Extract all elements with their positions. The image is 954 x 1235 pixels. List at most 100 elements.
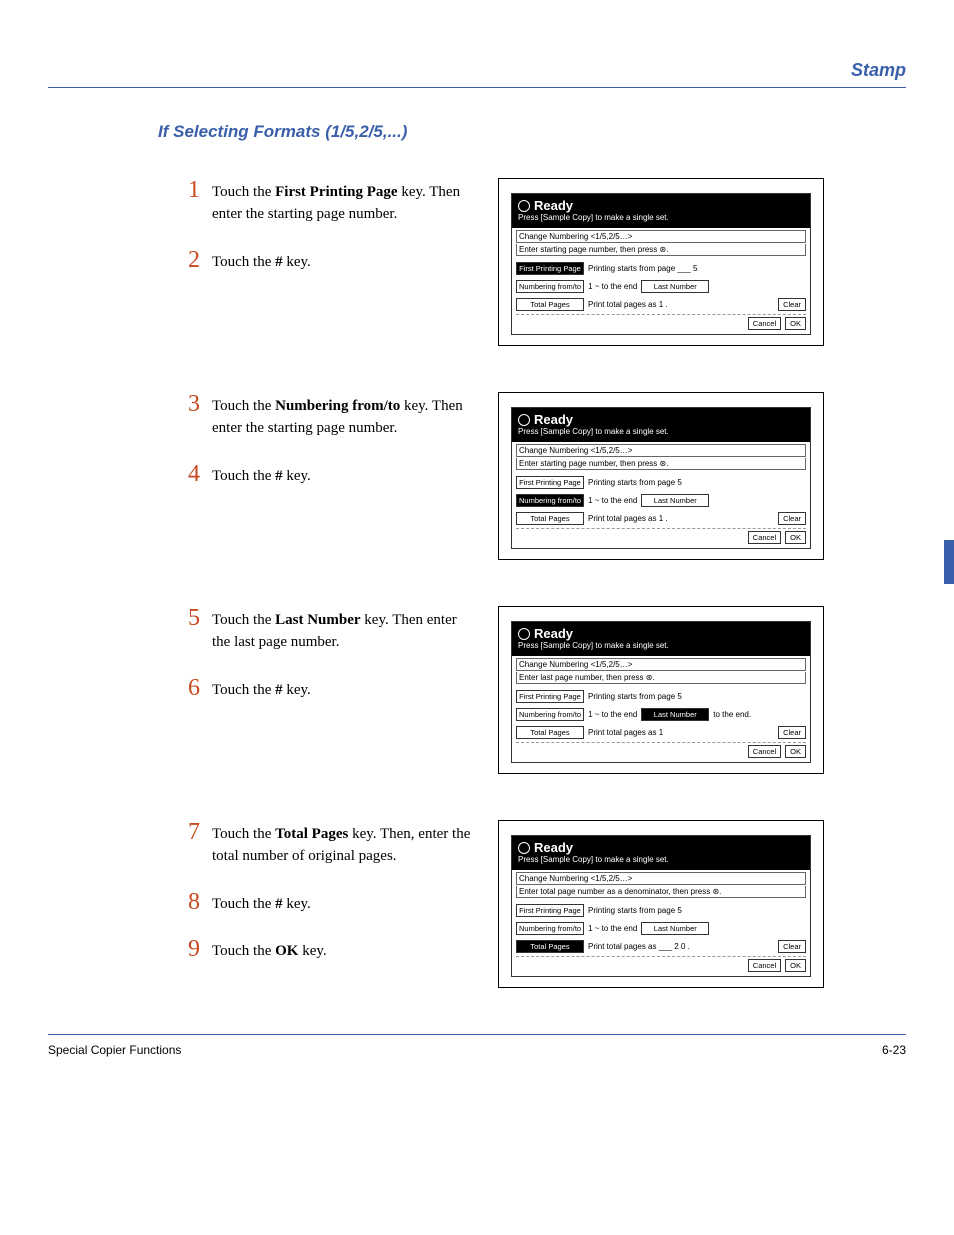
ready-label: Ready [534, 626, 573, 641]
field-value: 1 ~ to the end [588, 924, 637, 933]
mode-row: Change Numbering <1/5,2/5…> [516, 444, 806, 457]
step-number: 1 [188, 178, 212, 202]
page-header: Stamp [851, 60, 906, 81]
thumb-index-tab [944, 540, 954, 584]
device-screenshot: ReadyPress [Sample Copy] to make a singl… [498, 392, 824, 560]
step-number: 8 [188, 890, 212, 914]
cancel-button[interactable]: Cancel [748, 959, 781, 972]
field-value: Printing starts from page ___ 5 [588, 264, 697, 273]
soft-button[interactable]: Numbering from/to [516, 494, 584, 507]
soft-button[interactable]: Total Pages [516, 940, 584, 953]
instruction-row: Enter starting page number, then press ⊛… [516, 458, 806, 470]
header-rule [48, 87, 906, 88]
clear-button[interactable]: Clear [778, 298, 806, 311]
soft-button[interactable]: Total Pages [516, 512, 584, 525]
sample-hint: Press [Sample Copy] to make a single set… [518, 427, 804, 436]
step-number: 9 [188, 937, 212, 961]
mode-row: Change Numbering <1/5,2/5…> [516, 658, 806, 671]
step-number: 7 [188, 820, 212, 844]
step-text: Touch the OK key. [212, 937, 327, 963]
step-number: 5 [188, 606, 212, 630]
ready-label: Ready [534, 840, 573, 855]
field-value: 1 ~ to the end [588, 282, 637, 291]
field-value: Print total pages as ___ 2 0 . [588, 942, 690, 951]
soft-button[interactable]: Total Pages [516, 726, 584, 739]
soft-button[interactable]: First Printing Page [516, 904, 584, 917]
clear-button[interactable]: Clear [778, 726, 806, 739]
field-value: to the end. [713, 710, 751, 719]
instruction-row: Enter last page number, then press ⊛. [516, 672, 806, 684]
status-ring-icon [518, 200, 530, 212]
ok-button[interactable]: OK [785, 317, 806, 330]
field-value: Print total pages as 1 [588, 728, 663, 737]
control-row: Total Pages Print total pages as 1 Clear [516, 724, 806, 740]
instruction-row: Enter starting page number, then press ⊛… [516, 244, 806, 256]
sample-hint: Press [Sample Copy] to make a single set… [518, 641, 804, 650]
sample-hint: Press [Sample Copy] to make a single set… [518, 855, 804, 864]
ok-button[interactable]: OK [785, 531, 806, 544]
field-value: Print total pages as 1 . [588, 514, 668, 523]
step: 8Touch the # key. [188, 890, 478, 916]
device-screenshot: ReadyPress [Sample Copy] to make a singl… [498, 178, 824, 346]
cancel-button[interactable]: Cancel [748, 317, 781, 330]
ok-button[interactable]: OK [785, 959, 806, 972]
ok-button[interactable]: OK [785, 745, 806, 758]
soft-button[interactable]: Numbering from/to [516, 708, 584, 721]
control-row: Numbering from/to 1 ~ to the end Last Numb… [516, 920, 806, 936]
control-row: Total Pages Print total pages as 1 . Clear [516, 510, 806, 526]
soft-button[interactable]: First Printing Page [516, 690, 584, 703]
step: 4Touch the # key. [188, 462, 478, 488]
step-number: 6 [188, 676, 212, 700]
ready-label: Ready [534, 198, 573, 213]
ready-label: Ready [534, 412, 573, 427]
clear-button[interactable]: Clear [778, 940, 806, 953]
step-number: 4 [188, 462, 212, 486]
step: 5Touch the Last Number key. Then enter t… [188, 606, 478, 654]
control-row: Total PagesPrint total pages as 1 .Clear [516, 296, 806, 312]
step: 3Touch the Numbering from/to key. Then e… [188, 392, 478, 440]
status-ring-icon [518, 414, 530, 426]
step-number: 3 [188, 392, 212, 416]
step-number: 2 [188, 248, 212, 272]
control-row: Numbering from/to 1 ~ to the end Last Numb… [516, 278, 806, 294]
mode-row: Change Numbering <1/5,2/5…> [516, 872, 806, 885]
status-ring-icon [518, 842, 530, 854]
soft-button[interactable]: First Printing Page [516, 476, 584, 489]
soft-button[interactable]: Last Number [641, 922, 709, 935]
device-screenshot: ReadyPress [Sample Copy] to make a singl… [498, 606, 824, 774]
sample-hint: Press [Sample Copy] to make a single set… [518, 213, 804, 222]
soft-button[interactable]: Numbering from/to [516, 280, 584, 293]
soft-button[interactable]: Last Number [641, 280, 709, 293]
soft-button[interactable]: Numbering from/to [516, 922, 584, 935]
field-value: Printing starts from page 5 [588, 906, 682, 915]
cancel-button[interactable]: Cancel [748, 745, 781, 758]
control-row: Numbering from/to1 ~ to the endLast Numb… [516, 706, 806, 722]
control-row: First Printing Page Printing starts from … [516, 474, 806, 490]
cancel-button[interactable]: Cancel [748, 531, 781, 544]
field-value: 1 ~ to the end [588, 496, 637, 505]
step-text: Touch the # key. [212, 676, 311, 702]
step: 7Touch the Total Pages key. Then, enter … [188, 820, 478, 868]
step-text: Touch the # key. [212, 462, 311, 488]
footer-chapter: Special Copier Functions [48, 1043, 181, 1057]
clear-button[interactable]: Clear [778, 512, 806, 525]
mode-row: Change Numbering <1/5,2/5…> [516, 230, 806, 243]
step-text: Touch the Numbering from/to key. Then en… [212, 392, 478, 440]
control-row: First Printing Page Printing starts from … [516, 902, 806, 918]
step: 9Touch the OK key. [188, 937, 478, 963]
control-row: Total Pages Print total pages as ___ 2 0 … [516, 938, 806, 954]
step: 2Touch the # key. [188, 248, 478, 274]
soft-button[interactable]: Last Number [641, 708, 709, 721]
soft-button[interactable]: Total Pages [516, 298, 584, 311]
footer-page-number: 6‑23 [882, 1043, 906, 1057]
step-text: Touch the # key. [212, 248, 311, 274]
soft-button[interactable]: First Printing Page [516, 262, 584, 275]
step-text: Touch the # key. [212, 890, 311, 916]
soft-button[interactable]: Last Number [641, 494, 709, 507]
step-text: Touch the First Printing Page key. Then … [212, 178, 478, 226]
device-screenshot: ReadyPress [Sample Copy] to make a singl… [498, 820, 824, 988]
step-text: Touch the Total Pages key. Then, enter t… [212, 820, 478, 868]
field-value: Printing starts from page 5 [588, 478, 682, 487]
step: 6Touch the # key. [188, 676, 478, 702]
section-title: If Selecting Formats (1/5,2/5,...) [158, 122, 906, 142]
